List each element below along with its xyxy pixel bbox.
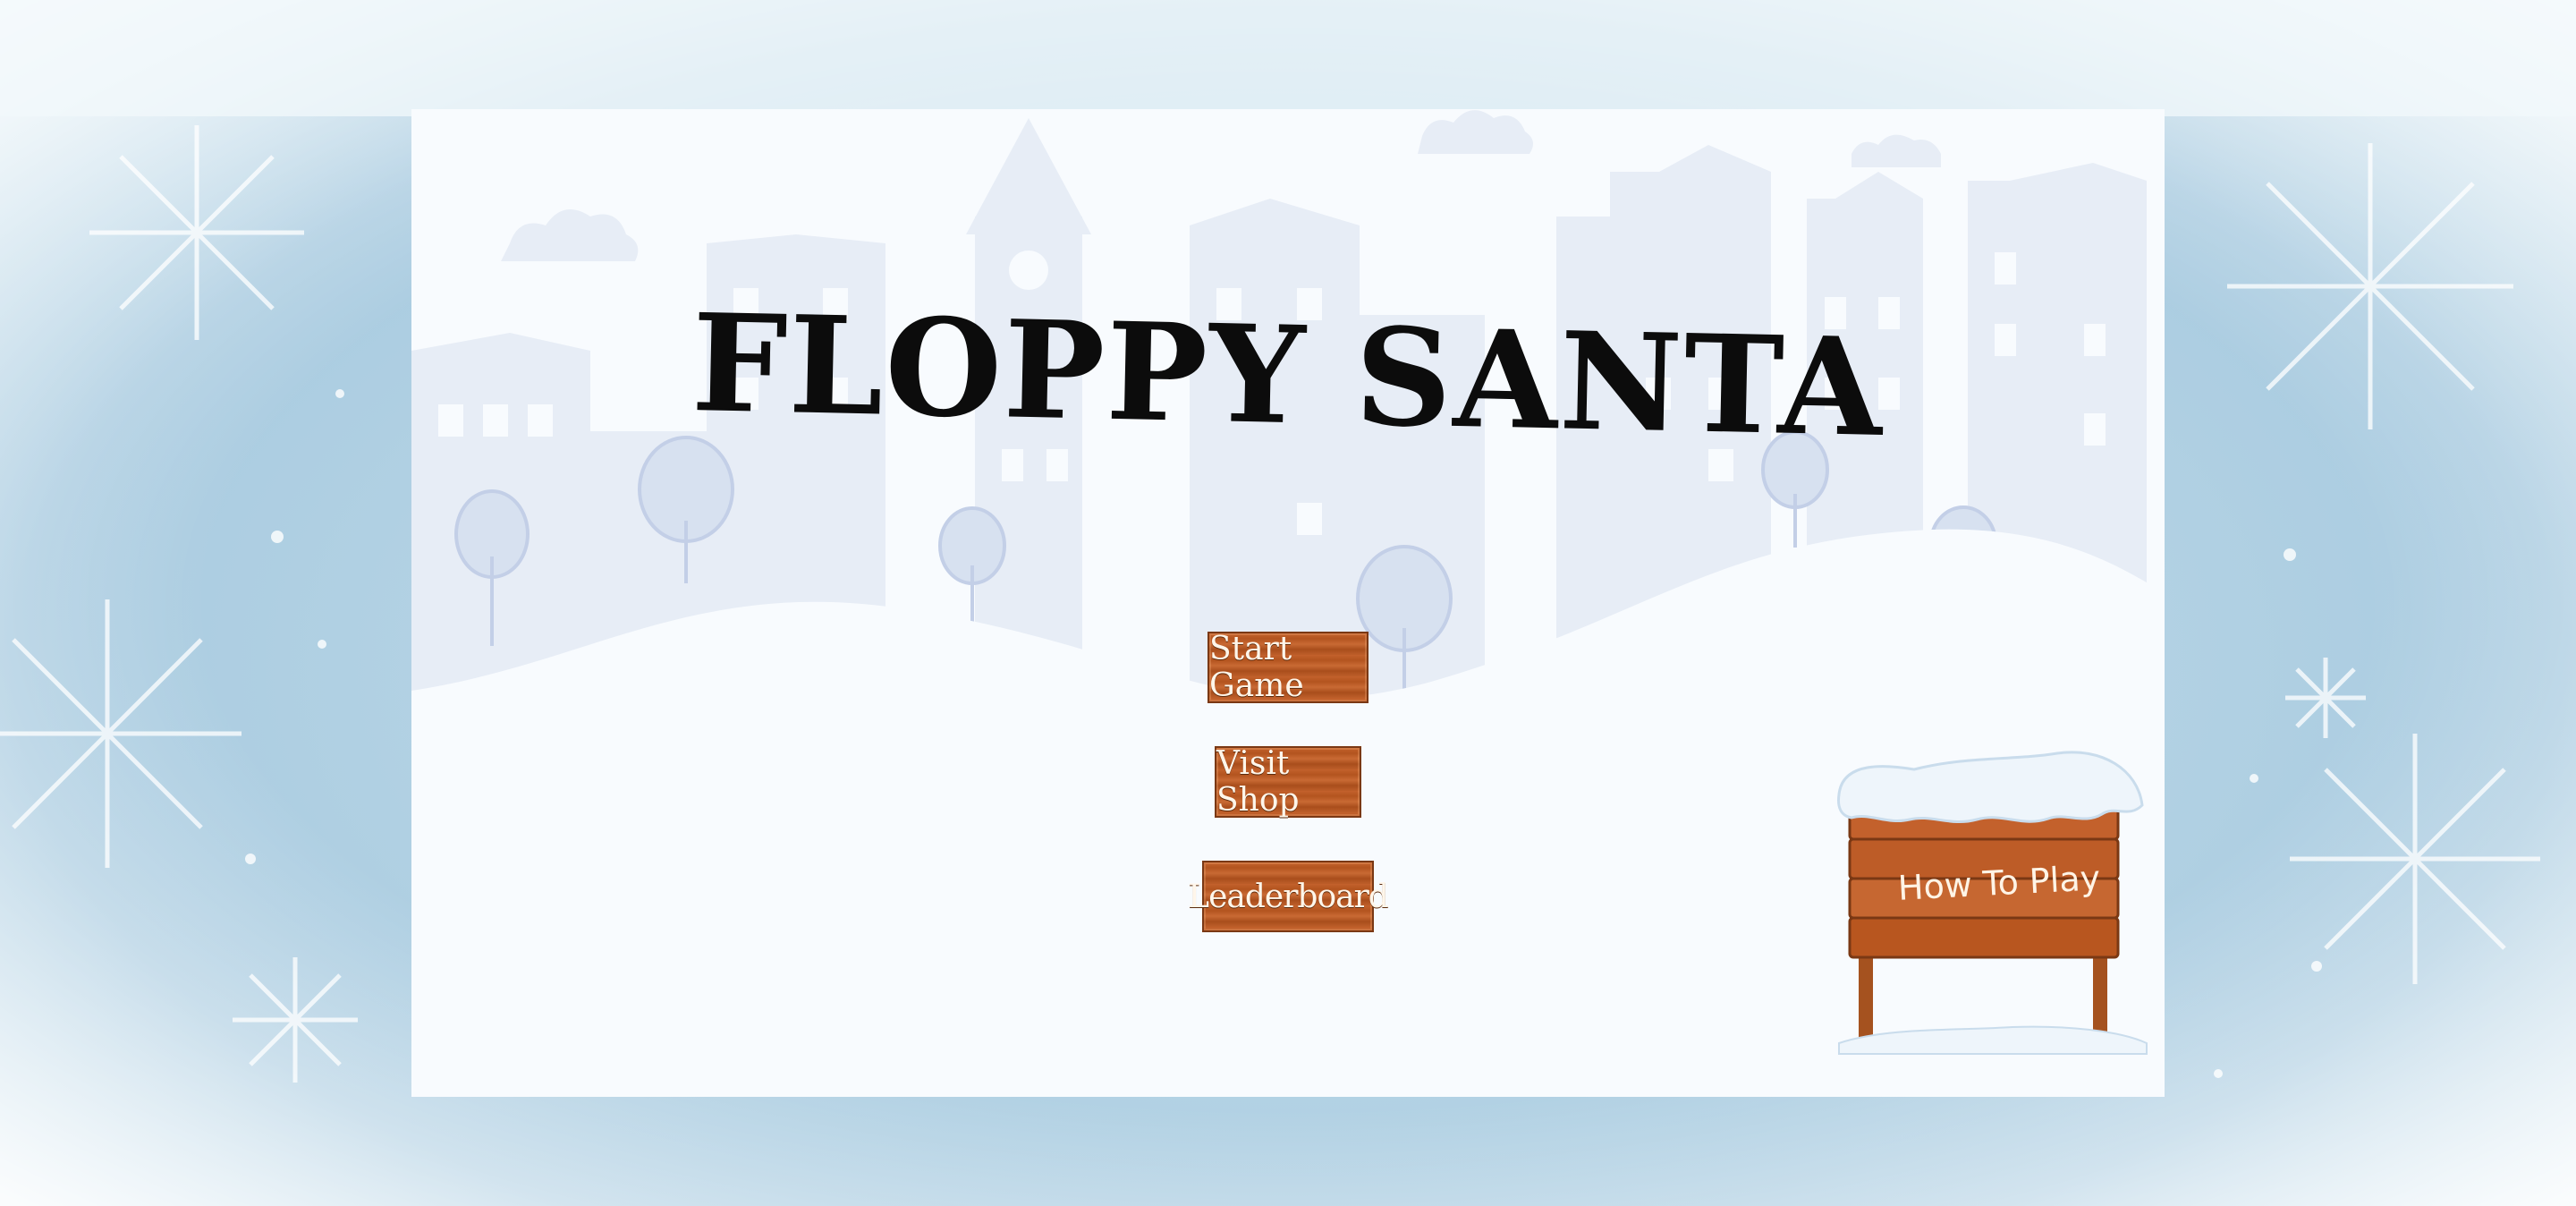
visit-shop-button[interactable]: Visit Shop <box>1215 745 1361 819</box>
leaderboard-button[interactable]: Leaderboard <box>1188 861 1389 932</box>
how-to-play-sign[interactable]: How To Play <box>1834 743 2156 1065</box>
game-screen: FLOPPY SANTA Start Game Visit Shop Leade… <box>411 109 2165 1097</box>
start-game-button[interactable]: Start Game <box>1208 631 1368 704</box>
